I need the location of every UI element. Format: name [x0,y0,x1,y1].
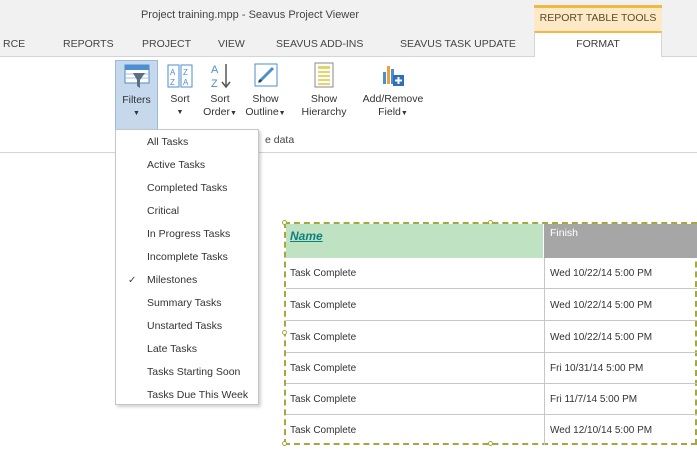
menu-item-in-progress-tasks[interactable]: In Progress Tasks [116,223,258,246]
table-row[interactable]: Task Complete Fri 11/7/14 5:00 PM [286,384,697,415]
svg-text:Z: Z [170,78,175,87]
menu-item-label: Unstarted Tasks [147,320,223,332]
menu-item-late-tasks[interactable]: Late Tasks [116,338,258,361]
context-group-label: REPORT TABLE TOOLS [534,5,662,31]
sort-order-icon: A Z [211,64,231,90]
menu-item-milestones[interactable]: ✓ Milestones [116,269,258,292]
ribbon-tab-row: RCE REPORTS PROJECT VIEW SEAVUS ADD-INS … [0,31,697,58]
hierarchy-icon [314,62,334,88]
outline-pencil-icon [254,63,277,87]
menu-item-critical[interactable]: Critical [116,200,258,223]
menu-item-label: Incomplete Tasks [147,251,228,263]
menu-item-label: Completed Tasks [147,182,228,194]
tab-resource[interactable]: RCE [3,38,25,50]
table-row[interactable]: Task Complete Wed 10/22/14 5:00 PM [286,322,697,353]
tab-format[interactable]: FORMAT [534,31,662,58]
sort-button[interactable]: A Z Z A Sort ▼ [163,60,197,119]
check-icon: ✓ [128,275,137,286]
filters-button[interactable]: Filters ▼ [115,60,158,132]
chevron-down-icon: ▼ [176,109,184,116]
menu-item-label: Active Tasks [147,159,206,171]
add-remove-field-label-1: Add/Remove [362,93,424,105]
chevron-down-icon: ▼ [278,110,286,117]
menu-item-label: All Tasks [147,136,189,148]
cell-finish: Fri 10/31/14 5:00 PM [550,363,644,374]
chevron-down-icon: ▼ [400,110,408,117]
cell-name: Task Complete [290,425,357,436]
cell-name: Task Complete [290,300,357,311]
menu-item-summary-tasks[interactable]: Summary Tasks [116,292,258,315]
column-header-name-label: Name [290,229,323,243]
svg-text:Z: Z [211,78,218,90]
cell-name: Task Complete [290,394,357,405]
table-row[interactable]: Task Complete Wed 12/10/14 5:00 PM [286,415,697,446]
cell-finish: Wed 10/22/14 5:00 PM [550,300,653,311]
svg-text:Z: Z [183,68,188,77]
menu-item-label: Milestones [147,274,198,286]
tab-seavus-add-ins[interactable]: SEAVUS ADD-INS [276,38,363,50]
table-row[interactable]: Task Complete Fri 10/31/14 5:00 PM [286,353,697,384]
table-row[interactable]: Task Complete Wed 10/22/14 5:00 PM [286,258,697,289]
tab-project[interactable]: PROJECT [142,38,191,50]
show-hierarchy-button[interactable]: Show Hierarchy [291,60,357,119]
menu-item-label: Late Tasks [147,343,198,355]
tab-reports[interactable]: REPORTS [63,38,114,50]
sort-az-icon: A Z Z A [167,64,193,88]
column-header-name[interactable]: Name [286,224,544,258]
svg-text:A: A [170,68,176,77]
menu-item-unstarted-tasks[interactable]: Unstarted Tasks [116,315,258,338]
menu-item-label: Summary Tasks [147,297,222,309]
sort-order-label-1: Sort [210,93,230,105]
window-title: Project training.mpp - Seavus Project Vi… [140,9,360,21]
add-field-icon [383,66,404,86]
filters-label: Filters [122,94,151,106]
chevron-down-icon: ▼ [133,110,140,117]
cell-name: Task Complete [290,363,357,374]
filters-dropdown-menu: All Tasks Active Tasks Completed Tasks C… [115,129,259,405]
ribbon-group-label: e data [265,134,295,146]
cell-finish: Fri 11/7/14 5:00 PM [550,394,638,405]
add-remove-field-label-2: Field [378,106,401,118]
svg-text:A: A [211,64,219,76]
menu-item-incomplete-tasks[interactable]: Incomplete Tasks [116,246,258,269]
tab-seavus-task-update[interactable]: SEAVUS TASK UPDATE [400,38,516,50]
add-remove-field-button[interactable]: Add/Remove Field▼ [357,60,429,120]
sort-label: Sort [170,93,190,105]
menu-item-label: In Progress Tasks [147,228,231,240]
column-header-finish[interactable]: Finish [544,224,697,258]
show-outline-label-1: Show [252,93,279,105]
menu-item-label: Critical [147,205,180,217]
cell-finish: Wed 12/10/14 5:00 PM [550,425,653,436]
sort-order-button[interactable]: A Z Sort Order▼ [202,60,238,120]
chevron-down-icon: ▼ [229,110,237,117]
menu-item-all-tasks[interactable]: All Tasks [116,131,258,154]
table-row[interactable]: Task Complete Wed 10/22/14 5:00 PM [286,290,697,321]
filter-icon [124,64,149,88]
cell-name: Task Complete [290,268,357,279]
menu-item-completed-tasks[interactable]: Completed Tasks [116,177,258,200]
show-outline-label-2: Outline [245,106,279,118]
show-outline-button[interactable]: Show Outline▼ [241,60,290,120]
svg-text:A: A [183,78,189,87]
menu-item-tasks-due-this-week[interactable]: Tasks Due This Week [116,384,258,407]
menu-item-label: Tasks Due This Week [147,389,249,401]
menu-item-label: Tasks Starting Soon [147,366,241,378]
menu-item-active-tasks[interactable]: Active Tasks [116,154,258,177]
cell-finish: Wed 10/22/14 5:00 PM [550,332,653,343]
ribbon: Filters ▼ A Z Z A Sort ▼ A Z Sort Order▼ [0,57,697,153]
title-bar: Project training.mpp - Seavus Project Vi… [0,0,697,31]
menu-item-tasks-starting-soon[interactable]: Tasks Starting Soon [116,361,258,384]
show-hierarchy-label-2: Hierarchy [301,106,347,118]
cell-finish: Wed 10/22/14 5:00 PM [550,268,653,279]
sort-order-label-2: Order [203,106,230,118]
tab-view[interactable]: VIEW [218,38,245,50]
cell-name: Task Complete [290,332,357,343]
show-hierarchy-label-1: Show [310,93,338,105]
